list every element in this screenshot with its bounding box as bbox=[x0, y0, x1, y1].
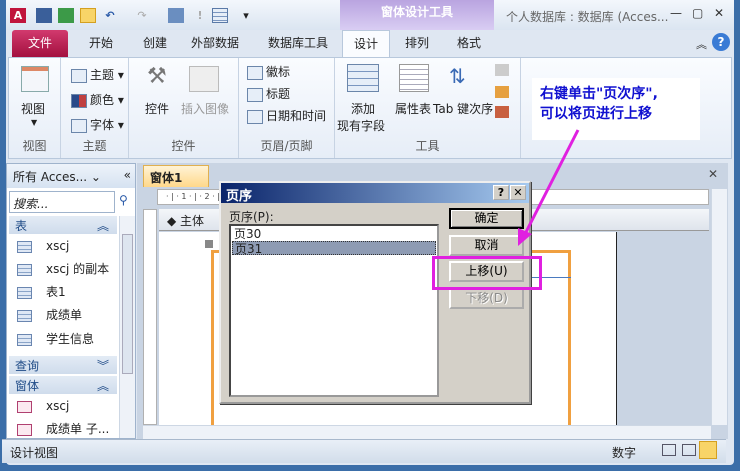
arrow-line bbox=[522, 129, 580, 237]
annotation-arrow bbox=[518, 129, 580, 246]
arrow-head bbox=[518, 228, 532, 246]
